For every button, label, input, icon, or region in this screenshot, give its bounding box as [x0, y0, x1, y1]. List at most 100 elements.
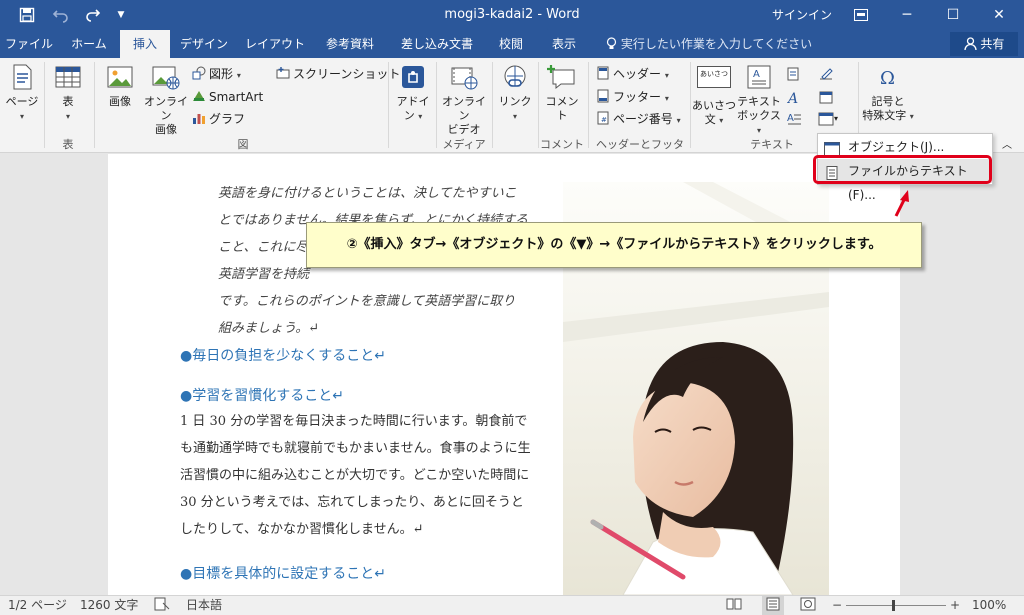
svg-text:Ω: Ω [880, 68, 895, 89]
svg-text:#: # [601, 116, 607, 124]
wordart-icon[interactable]: A [786, 89, 802, 107]
highlight-box [813, 155, 992, 184]
heading-daily-burden: ●毎日の負担を少なくすること↵ [180, 348, 386, 364]
smartart-button[interactable]: SmartArt [192, 87, 263, 107]
proofing-icon[interactable] [154, 596, 170, 615]
save-icon[interactable] [14, 4, 40, 26]
page-number-icon: # [596, 111, 610, 125]
tab-view[interactable]: 表示 [542, 30, 586, 58]
share-button[interactable]: 共有 [950, 32, 1018, 56]
signin-link[interactable]: サインイン [772, 0, 832, 30]
zoom-out-icon[interactable]: − [832, 596, 842, 615]
online-picture-button[interactable]: オンライン 画像 [142, 62, 190, 137]
symbols-label-2: 特殊文字 [862, 109, 907, 122]
online-picture-icon [151, 62, 181, 92]
svg-text:A: A [787, 113, 794, 124]
zoom-slider-thumb[interactable] [892, 600, 895, 611]
page-number-button[interactable]: # ページ番号 ▾ [596, 109, 681, 129]
comment-icon [547, 62, 577, 92]
undo-icon[interactable] [48, 4, 74, 26]
page-count[interactable]: 1/2 ページ [8, 596, 67, 615]
quote-line-5: です。これらのポイントを意識して英語学習に取り [218, 294, 516, 309]
tell-me-box[interactable]: 実行したい作業を入力してください [606, 30, 812, 58]
body-line-5: したりして、なかなか習慣化しません。↵ [180, 522, 424, 537]
tab-insert[interactable]: 挿入 [120, 30, 170, 58]
pages-button[interactable]: ページ ▾ [4, 62, 40, 124]
instruction-callout: ②《挿入》タブ→《オブジェクト》の《▼》→《ファイルからテキスト》をクリックしま… [306, 222, 922, 268]
online-video-button[interactable]: オンライン ビデオ [440, 62, 488, 137]
screenshot-label: スクリーンショット [293, 67, 401, 81]
greeting-button[interactable]: あいさつ あいさつ 文 ▾ [692, 62, 736, 128]
tab-home[interactable]: ホーム [64, 30, 114, 58]
header-icon [596, 66, 610, 80]
greeting-label-2: 文 [704, 113, 716, 126]
comment-button[interactable]: コメント [542, 62, 582, 123]
shapes-button[interactable]: 図形 ▾ [192, 64, 241, 84]
zoom-slider-track[interactable] [846, 605, 946, 606]
footer-button[interactable]: フッター ▾ [596, 87, 669, 107]
object-dropdown-arrow[interactable]: ▾ [834, 111, 850, 127]
date-time-icon[interactable] [818, 89, 834, 105]
header-button[interactable]: ヘッダー ▾ [596, 64, 669, 84]
symbols-button[interactable]: Ω 記号と 特殊文字 ▾ [860, 62, 916, 124]
body-line-1: 1 日 30 分の学習を毎日決まった時間に行います。朝食前で [180, 414, 528, 429]
table-label: 表 [62, 95, 74, 108]
link-button[interactable]: リンク ▾ [496, 62, 534, 124]
textbox-label-2: ボックス [737, 109, 781, 122]
language[interactable]: 日本語 [186, 596, 222, 615]
object-menu-icon [824, 140, 840, 156]
tab-review[interactable]: 校閲 [490, 30, 532, 58]
greeting-icon: あいさつ [697, 66, 731, 96]
restore-button[interactable]: ☐ [930, 0, 976, 30]
quote-line-1: 英語を身に付けるということは、決してたやすいこ [218, 186, 517, 201]
picture-button[interactable]: 画像 [100, 62, 140, 109]
status-bar: 1/2 ページ 1260 文字 日本語 − + 100% [0, 595, 1024, 615]
redo-icon[interactable] [80, 4, 106, 26]
textbox-button[interactable]: A テキスト ボックス ▾ [736, 62, 782, 138]
greeting-icon-text: あいさつ [697, 66, 731, 88]
table-button[interactable]: 表 ▾ [50, 62, 86, 124]
shapes-icon [192, 66, 206, 80]
body-line-4: 30 分という考えでは、忘れてしまったり、あとに回そうと [180, 495, 524, 510]
addins-button[interactable]: アドイ ン ▾ [394, 62, 432, 124]
read-mode-icon[interactable] [726, 596, 742, 615]
svg-text:A: A [753, 69, 760, 80]
signature-line-icon[interactable] [818, 66, 834, 82]
smartart-icon [192, 89, 206, 103]
ribbon-display-options-icon[interactable] [838, 0, 884, 30]
chart-button[interactable]: グラフ [192, 109, 245, 129]
minimize-button[interactable]: ─ [884, 0, 930, 30]
online-video-icon [449, 62, 479, 92]
greeting-label-1: あいさつ [692, 99, 736, 112]
quick-parts-icon[interactable] [786, 66, 802, 82]
addins-label-2: ン [403, 109, 415, 122]
tell-me-text: 実行したい作業を入力してください [620, 37, 813, 51]
link-icon [500, 62, 530, 92]
addins-label-1: アドイ [396, 95, 430, 108]
word-count[interactable]: 1260 文字 [80, 596, 138, 615]
print-layout-icon[interactable] [762, 596, 784, 615]
tab-references[interactable]: 参考資料 [318, 30, 382, 58]
collapse-ribbon-icon[interactable]: ︿ [1002, 136, 1018, 152]
close-button[interactable]: ✕ [976, 0, 1022, 30]
title-bar: ▼ mogi3-kadai2 - Word サインイン ─ ☐ ✕ [0, 0, 1024, 30]
object-icon[interactable] [818, 111, 834, 127]
drop-cap-icon[interactable]: A [786, 111, 802, 127]
online-picture-label-2: 画像 [155, 123, 177, 136]
link-label: リンク [498, 95, 532, 108]
document-canvas[interactable]: 英語を身に付けるということは、決してたやすいこ とではありません。結果を焦らず、… [0, 154, 1024, 595]
textbox-icon: A [744, 62, 774, 92]
chart-icon [192, 111, 206, 125]
header-label: ヘッダー [613, 67, 662, 81]
tab-mailings[interactable]: 差し込み文書 [394, 30, 480, 58]
tab-layout[interactable]: レイアウト [242, 30, 308, 58]
quote-line-6: 組みましょう。↵ [218, 321, 320, 336]
web-layout-icon[interactable] [800, 596, 816, 615]
tab-file[interactable]: ファイル [4, 30, 54, 58]
vertical-scrollbar[interactable] [1008, 154, 1024, 595]
document-page[interactable]: 英語を身に付けるということは、決してたやすいこ とではありません。結果を焦らず、… [108, 154, 900, 595]
tab-design[interactable]: デザイン [176, 30, 232, 58]
zoom-in-icon[interactable]: + [950, 596, 960, 615]
customize-quick-access-icon[interactable]: ▼ [108, 4, 134, 26]
zoom-level[interactable]: 100% [972, 596, 1006, 615]
